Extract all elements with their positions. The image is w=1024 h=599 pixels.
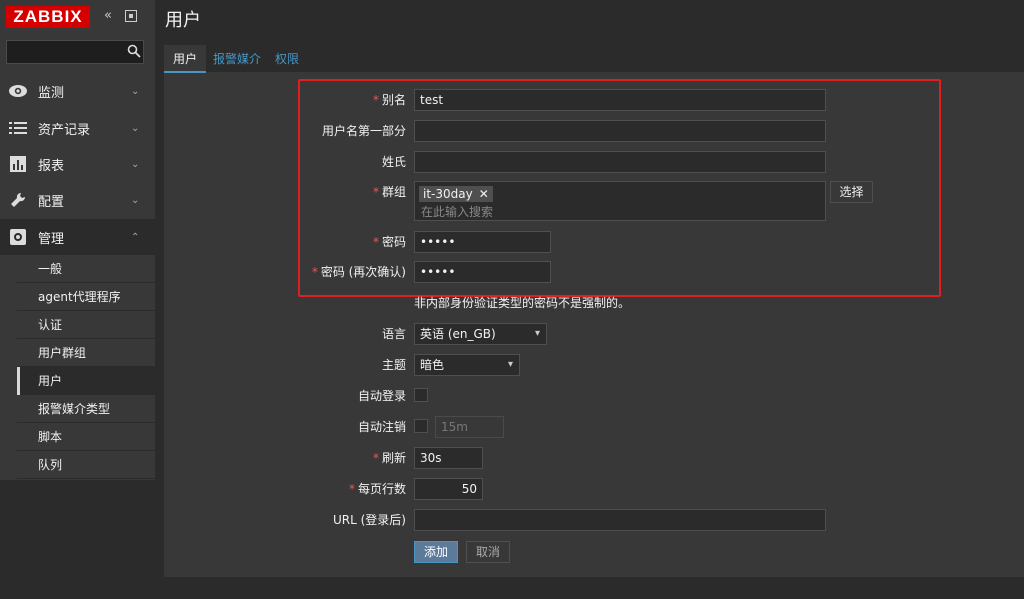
menu-item-configuration[interactable]: 配置 ⌄ [0, 182, 155, 218]
theme-label: 主题 [381, 358, 406, 372]
menu-item-reports[interactable]: 报表 ⌄ [0, 146, 155, 182]
password-hint: 非内部身份验证类型的密码不是强制的。 [414, 296, 631, 310]
url-label: URL (登录后) [333, 513, 406, 527]
menu-item-inventory[interactable]: 资产记录 ⌄ [0, 110, 155, 146]
refresh-label: * 刷新 [372, 451, 406, 465]
chevron-up-icon: ⌃ [131, 231, 140, 243]
admin-submenu: 一般 agent代理程序 认证 用户群组 用户 报警媒介类型 脚本 队列 [17, 255, 155, 479]
menu-label: 报表 [38, 158, 65, 174]
submenu-item-authentication[interactable]: 认证 [17, 311, 155, 339]
eye-icon [8, 81, 28, 101]
chevron-down-icon: ⌄ [131, 194, 140, 206]
search-icon[interactable] [127, 44, 141, 58]
rows-per-page-input[interactable]: 50 [414, 478, 483, 500]
refresh-input[interactable]: 30s [414, 447, 483, 469]
sidebar: ZABBIX « 监测 ⌄ 资产记录 ⌄ 报表 ⌄ 配置 ⌄ 管理 ⌃ 一般 a… [0, 0, 155, 599]
language-label: 语言 [381, 327, 406, 341]
autologout-checkbox[interactable] [414, 419, 428, 433]
submenu-item-scripts[interactable]: 脚本 [17, 423, 155, 451]
menu-label: 配置 [38, 194, 65, 210]
menu-label: 管理 [38, 231, 65, 247]
chevron-down-icon: ▾ [534, 328, 540, 339]
sidebar-menu-area: ZABBIX « 监测 ⌄ 资产记录 ⌄ 报表 ⌄ 配置 ⌄ 管理 ⌃ 一般 a… [0, 0, 155, 480]
page-title: 用户 [165, 10, 201, 31]
page-header: 用户 [155, 0, 1024, 38]
sidebar-search-input[interactable] [6, 40, 144, 64]
submenu-item-general[interactable]: 一般 [17, 255, 155, 283]
chevron-down-icon: ⌄ [131, 158, 140, 170]
collapse-sidebar-icon[interactable]: « [104, 9, 118, 23]
submenu-item-proxies[interactable]: agent代理程序 [17, 283, 155, 311]
chevron-down-icon: ▾ [507, 359, 513, 370]
autologin-checkbox[interactable] [414, 388, 428, 402]
menu-label: 资产记录 [38, 122, 91, 138]
submenu-item-queue[interactable]: 队列 [17, 451, 155, 479]
list-icon [8, 118, 28, 138]
language-select[interactable]: 英语 (en_GB) ▾ [414, 323, 547, 345]
rows-per-page-label: * 每页行数 [348, 482, 406, 496]
submenu-item-media-types[interactable]: 报警媒介类型 [17, 395, 155, 423]
autologin-label: 自动登录 [357, 389, 406, 403]
menu-label: 监测 [38, 85, 65, 101]
submenu-item-users[interactable]: 用户 [17, 367, 155, 395]
chevron-down-icon: ⌄ [131, 85, 140, 97]
autologout-input: 15m [435, 416, 504, 438]
chevron-down-icon: ⌄ [131, 122, 140, 134]
tab-media[interactable]: 报警媒介 [213, 45, 261, 73]
autologout-label: 自动注销 [357, 420, 406, 434]
tab-user[interactable]: 用户 [164, 45, 207, 73]
add-button[interactable]: 添加 [414, 541, 458, 563]
menu-item-administration[interactable]: 管理 ⌃ [0, 219, 155, 255]
highlight-box [298, 79, 941, 297]
theme-select[interactable]: 暗色 ▾ [414, 354, 520, 376]
kiosk-mode-icon[interactable] [125, 10, 137, 22]
menu-item-monitoring[interactable]: 监测 ⌄ [0, 73, 155, 109]
bar-chart-icon [8, 154, 28, 174]
submenu-item-user-groups[interactable]: 用户群组 [17, 339, 155, 367]
cancel-button[interactable]: 取消 [466, 541, 510, 563]
url-input[interactable] [414, 509, 826, 531]
tab-permissions[interactable]: 权限 [275, 45, 299, 73]
gear-icon [8, 227, 28, 247]
wrench-icon [8, 190, 28, 210]
tab-bar: 用户 报警媒介 权限 [164, 45, 1024, 73]
zabbix-logo[interactable]: ZABBIX [6, 6, 90, 28]
